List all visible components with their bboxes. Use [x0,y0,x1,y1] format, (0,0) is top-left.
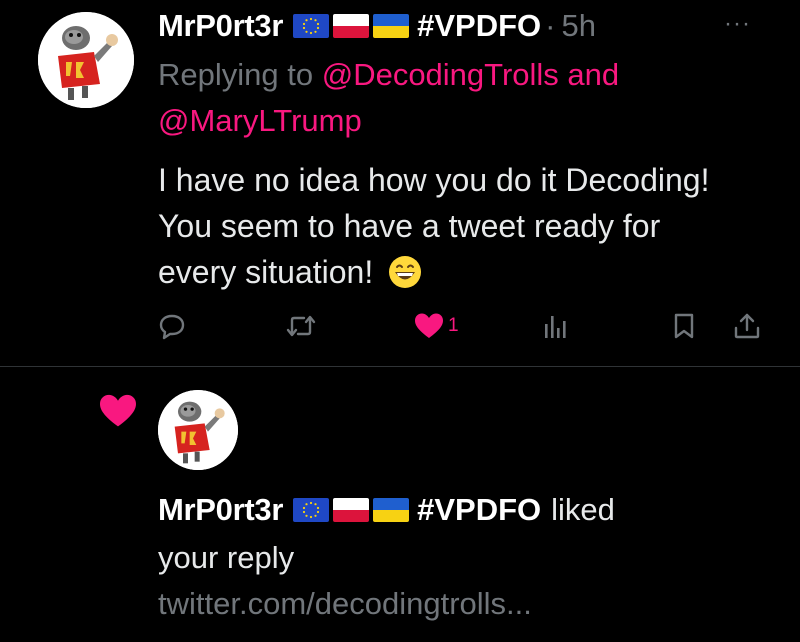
analytics-icon [545,316,566,338]
reply-button[interactable] [158,306,186,346]
retweet-icon [286,315,316,337]
grinning-face-emoji-icon [389,256,422,288]
retweet-button[interactable] [286,306,316,346]
poland-flag-icon [333,498,370,522]
mention-link[interactable]: @DecodingTrolls [322,57,559,92]
like-count: 1 [448,315,459,336]
flag-group [293,14,410,38]
bookmark-button[interactable] [672,306,696,346]
like-button[interactable]: 1 [414,306,459,346]
tweet-text-line: You seem to have a tweet ready for [158,208,661,244]
divider [0,366,800,367]
views-button[interactable] [543,306,569,346]
notifications-page: MrP0rt3r #VPDFO · 5h ··· Replying to @De… [0,0,800,642]
tweet-text-line: I have no idea how you do it Decoding! [158,162,710,198]
replying-to: Replying to @DecodingTrolls and @MaryLTr… [158,52,748,144]
share-button[interactable] [733,306,761,346]
action-text: liked [551,492,615,527]
mention-link[interactable]: @MaryLTrump [158,103,362,138]
heart-icon [100,394,136,427]
tweet-text-line: every situation! [158,254,374,290]
flag-group [293,498,410,522]
tweet-link[interactable]: twitter.com/decodingtrolls... [158,582,532,626]
share-icon [734,313,760,339]
eu-flag-icon [293,498,330,522]
tweet-header: MrP0rt3r #VPDFO · 5h [158,4,596,48]
heart-icon [415,313,443,338]
ukraine-flag-icon [373,498,410,522]
user-name[interactable]: MrP0rt3r [158,492,283,528]
reply-tweet[interactable]: MrP0rt3r #VPDFO · 5h ··· Replying to @De… [0,0,800,366]
more-options-icon[interactable]: ··· [724,12,751,36]
avatar[interactable] [38,12,134,108]
tweet-text: I have no idea how you do it Decoding! Y… [158,157,778,295]
replying-prefix: Replying to [158,57,314,92]
timestamp[interactable]: 5h [561,8,595,44]
mention-and[interactable]: and [567,57,619,92]
separator-dot: · [545,8,556,43]
name-hashtag: #VPDFO [417,492,542,527]
tweet-actions: 1 [0,306,800,346]
bookmark-icon [674,313,694,339]
notification-text: MrP0rt3r #VPDFO liked [158,488,615,532]
action-text-continued: your reply [158,540,295,575]
ukraine-flag-icon [373,14,410,38]
reply-icon [159,314,185,340]
poland-flag-icon [333,14,370,38]
eu-flag-icon [293,14,330,38]
name-hashtag: #VPDFO [417,8,542,43]
author-name[interactable]: MrP0rt3r [158,8,283,44]
avatar[interactable] [158,390,238,470]
